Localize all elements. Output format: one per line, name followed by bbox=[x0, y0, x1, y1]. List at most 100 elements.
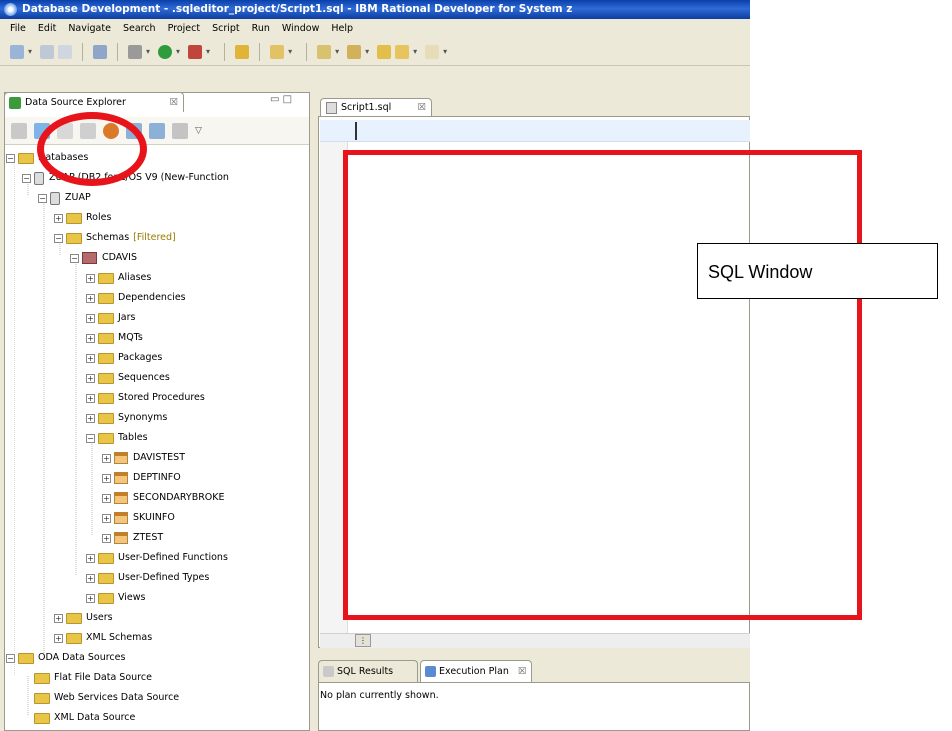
save-icon[interactable] bbox=[40, 44, 55, 59]
tree-item[interactable]: + Aliases bbox=[86, 268, 151, 288]
view-menu-icon[interactable]: ▽ bbox=[195, 126, 202, 136]
tree-item[interactable]: − Tables bbox=[86, 428, 148, 448]
expand-toggle-icon[interactable]: + bbox=[86, 313, 95, 323]
properties-icon[interactable] bbox=[172, 122, 188, 139]
expand-toggle-icon[interactable]: + bbox=[86, 593, 95, 603]
tree-item[interactable]: + Dependencies bbox=[86, 288, 186, 308]
tree-item[interactable]: + Jars bbox=[86, 308, 135, 328]
menu-run[interactable]: Run bbox=[246, 19, 276, 38]
minimize-icon[interactable]: ▭ bbox=[270, 94, 279, 105]
expand-toggle-icon[interactable]: + bbox=[86, 373, 95, 383]
expand-toggle-icon[interactable]: + bbox=[86, 273, 95, 283]
menu-search[interactable]: Search bbox=[117, 19, 162, 38]
dropdown-arrow-icon[interactable]: ▾ bbox=[413, 47, 417, 56]
dropdown-arrow-icon[interactable]: ▾ bbox=[288, 47, 292, 56]
collapse-toggle-icon[interactable]: − bbox=[70, 253, 79, 263]
scroll-thumb[interactable]: ⋮ bbox=[355, 634, 371, 647]
tree-item[interactable]: Web Services Data Source bbox=[22, 688, 179, 708]
tree-item[interactable]: + Sequences bbox=[86, 368, 170, 388]
collapse-toggle-icon[interactable]: − bbox=[54, 233, 63, 243]
tree-item[interactable]: + Views bbox=[86, 588, 146, 608]
menu-edit[interactable]: Edit bbox=[32, 19, 62, 38]
forward-icon[interactable] bbox=[425, 44, 440, 59]
tree-item[interactable]: + User-Defined Functions bbox=[86, 548, 228, 568]
tree-item[interactable]: XML Data Source bbox=[22, 708, 135, 728]
tree-item[interactable]: + Roles bbox=[54, 208, 111, 228]
expand-toggle-icon[interactable]: + bbox=[54, 613, 63, 623]
window-icon[interactable] bbox=[93, 44, 108, 59]
run-icon[interactable] bbox=[158, 44, 173, 59]
tree-item[interactable]: + XML Schemas bbox=[54, 628, 152, 648]
expand-toggle-icon[interactable]: + bbox=[86, 573, 95, 583]
dropdown-arrow-icon[interactable]: ▾ bbox=[146, 47, 150, 56]
expand-toggle-icon[interactable]: + bbox=[86, 353, 95, 363]
close-icon[interactable]: ☒ bbox=[518, 666, 527, 677]
close-icon[interactable]: ☒ bbox=[169, 93, 178, 113]
close-icon[interactable]: ☒ bbox=[417, 99, 426, 117]
tree-item[interactable]: − ZUAP bbox=[38, 188, 91, 208]
search-icon[interactable] bbox=[270, 44, 285, 59]
dropdown-arrow-icon[interactable]: ▾ bbox=[176, 47, 180, 56]
tab-execution-plan[interactable]: Execution Plan ☒ bbox=[420, 660, 532, 682]
annotation-icon[interactable] bbox=[317, 44, 332, 59]
dropdown-arrow-icon[interactable]: ▾ bbox=[335, 47, 339, 56]
tab-sql-results[interactable]: SQL Results bbox=[318, 660, 418, 682]
collapse-all-icon[interactable] bbox=[11, 122, 27, 139]
open-type-icon[interactable] bbox=[235, 44, 250, 59]
expand-toggle-icon[interactable]: + bbox=[86, 333, 95, 343]
expand-toggle-icon[interactable]: + bbox=[102, 533, 111, 543]
menu-window[interactable]: Window bbox=[276, 19, 325, 38]
tree-item[interactable]: + DAVISTEST bbox=[102, 448, 185, 468]
collapse-toggle-icon[interactable]: − bbox=[6, 653, 15, 663]
expand-toggle-icon[interactable]: + bbox=[86, 393, 95, 403]
dropdown-arrow-icon[interactable]: ▾ bbox=[365, 47, 369, 56]
menu-help[interactable]: Help bbox=[325, 19, 359, 38]
tree-item[interactable]: + Synonyms bbox=[86, 408, 167, 428]
external-tools-icon[interactable] bbox=[188, 44, 203, 59]
expand-toggle-icon[interactable]: + bbox=[54, 213, 63, 223]
collapse-toggle-icon[interactable]: − bbox=[86, 433, 95, 443]
expand-toggle-icon[interactable]: + bbox=[86, 413, 95, 423]
dropdown-arrow-icon[interactable]: ▾ bbox=[443, 47, 447, 56]
tree-item[interactable]: + ZTEST bbox=[102, 528, 163, 548]
maximize-icon[interactable]: □ bbox=[283, 94, 292, 105]
last-edit-icon[interactable] bbox=[377, 44, 392, 59]
expand-toggle-icon[interactable]: + bbox=[86, 553, 95, 563]
expand-toggle-icon[interactable]: + bbox=[102, 493, 111, 503]
tree-item[interactable]: − Schemas [Filtered] bbox=[54, 228, 176, 248]
expand-toggle-icon[interactable]: + bbox=[102, 453, 111, 463]
menu-project[interactable]: Project bbox=[162, 19, 207, 38]
expand-toggle-icon[interactable]: + bbox=[102, 473, 111, 483]
dropdown-arrow-icon[interactable]: ▾ bbox=[206, 47, 210, 56]
horizontal-scrollbar[interactable] bbox=[320, 633, 750, 648]
new-icon[interactable] bbox=[10, 44, 24, 59]
collapse-toggle-icon[interactable]: − bbox=[38, 193, 47, 203]
tree-item[interactable]: − ODA Data Sources bbox=[6, 648, 125, 668]
tree-item[interactable]: − CDAVIS bbox=[70, 248, 137, 268]
menu-script[interactable]: Script bbox=[206, 19, 246, 38]
menu-file[interactable]: File bbox=[4, 19, 32, 38]
expand-toggle-icon[interactable]: + bbox=[86, 293, 95, 303]
tab-data-source-explorer[interactable]: Data Source Explorer ☒ bbox=[4, 92, 184, 112]
collapse-toggle-icon[interactable]: − bbox=[6, 153, 15, 163]
tree-item[interactable]: + SKUINFO bbox=[102, 508, 175, 528]
print-icon[interactable] bbox=[58, 44, 73, 59]
export-icon[interactable] bbox=[149, 122, 165, 139]
tab-script1-sql[interactable]: Script1.sql ☒ bbox=[320, 98, 432, 116]
menu-navigate[interactable]: Navigate bbox=[62, 19, 117, 38]
tree-item[interactable]: Flat File Data Source bbox=[22, 668, 152, 688]
tree-item[interactable]: + Users bbox=[54, 608, 113, 628]
tree-item[interactable]: + DEPTINFO bbox=[102, 468, 181, 488]
back-icon[interactable] bbox=[395, 44, 410, 59]
dropdown-arrow-icon[interactable]: ▾ bbox=[28, 47, 32, 56]
tree-item[interactable]: + User-Defined Types bbox=[86, 568, 209, 588]
tree-item[interactable]: + Stored Procedures bbox=[86, 388, 205, 408]
tree-item[interactable]: + MQTs bbox=[86, 328, 143, 348]
debug-icon[interactable] bbox=[128, 44, 143, 59]
collapse-toggle-icon[interactable]: − bbox=[22, 173, 31, 183]
tree-item[interactable]: + Packages bbox=[86, 348, 162, 368]
expand-toggle-icon[interactable]: + bbox=[54, 633, 63, 643]
expand-toggle-icon[interactable]: + bbox=[102, 513, 111, 523]
tree-item[interactable]: + SECONDARYBROKE bbox=[102, 488, 225, 508]
next-annotation-icon[interactable] bbox=[347, 44, 362, 59]
